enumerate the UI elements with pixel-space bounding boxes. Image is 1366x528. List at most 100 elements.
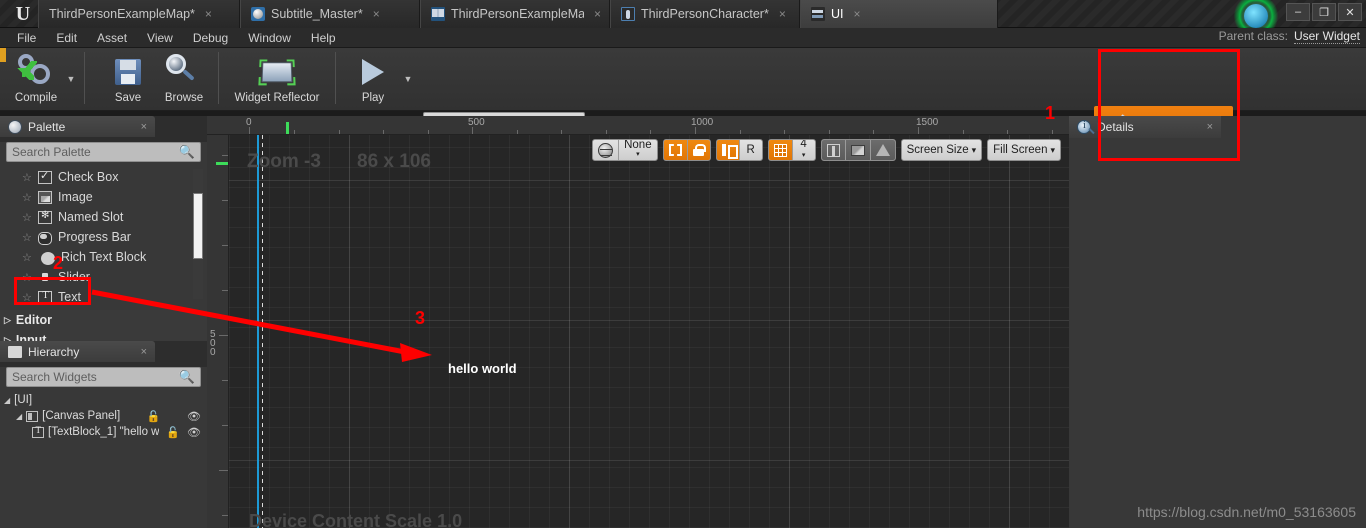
visible-eye-icon[interactable]: 👁 xyxy=(187,410,201,423)
screen-size-dropdown[interactable]: Screen Size ▾ xyxy=(902,140,982,160)
hierarchy-tab-header[interactable]: Hierarchy × xyxy=(0,341,155,362)
restore-button[interactable]: ❐ xyxy=(1312,3,1336,21)
palette-item-progress-bar[interactable]: ☆ Progress Bar xyxy=(0,227,207,247)
menu-bar: File Edit Asset View Debug Window Help xyxy=(0,28,1366,48)
ruler-label-1500: 1500 xyxy=(916,117,939,128)
fill-screen-dropdown[interactable]: Fill Screen ▾ xyxy=(988,140,1060,160)
image-preview-button[interactable] xyxy=(845,140,870,160)
chevron-down-icon: ▾ xyxy=(971,144,977,155)
hierarchy-body: Search Widgets 🔍 ◢ [UI] ◢ [Canvas Panel]… xyxy=(0,367,207,528)
localization-none-label: None xyxy=(624,139,652,151)
palette-tab-header[interactable]: Palette × xyxy=(0,116,155,137)
size-to-content-button[interactable] xyxy=(821,140,845,160)
favorite-star-icon[interactable]: ☆ xyxy=(22,251,32,264)
close-icon[interactable]: × xyxy=(141,121,147,133)
menu-help[interactable]: Help xyxy=(302,29,345,47)
horizontal-ruler[interactable]: 0 500 1000 1500 xyxy=(207,116,1069,135)
hierarchy-row-label: [Canvas Panel] xyxy=(42,410,121,422)
palette-item-label: Text xyxy=(58,290,81,304)
tab-ui-widget[interactable]: UI × xyxy=(800,0,998,28)
lock-widget-toggle[interactable] xyxy=(687,140,710,160)
localization-none-dropdown[interactable]: None ▾ xyxy=(619,139,657,160)
rtl-toggle[interactable]: R xyxy=(740,140,762,160)
search-icon: 🔍 xyxy=(178,144,195,159)
favorite-star-icon[interactable]: ☆ xyxy=(22,171,32,184)
hierarchy-row-canvas-panel[interactable]: ◢ [Canvas Panel] 🔓 👁 xyxy=(0,408,207,424)
tab-close-icon[interactable]: × xyxy=(779,7,786,21)
anchor-rtl-group: R xyxy=(715,139,763,161)
palette-item-image[interactable]: ☆ Image xyxy=(0,187,207,207)
image-icon xyxy=(38,190,52,204)
palette-item-named-slot[interactable]: ☆ Named Slot xyxy=(0,207,207,227)
favorite-star-icon[interactable]: ☆ xyxy=(22,291,32,304)
menu-file[interactable]: File xyxy=(8,29,45,47)
hierarchy-row-ui-root[interactable]: ◢ [UI] xyxy=(0,392,207,408)
close-icon[interactable]: × xyxy=(1207,121,1213,133)
play-button[interactable]: Play xyxy=(345,50,401,108)
annotation-marker-1: 1 xyxy=(1045,103,1056,123)
tab-third-person-character[interactable]: ThirdPersonCharacter* × xyxy=(610,0,800,28)
palette-item-check-box[interactable]: ☆ Check Box xyxy=(0,167,207,187)
expander-icon[interactable]: ◢ xyxy=(4,396,10,405)
chevron-down-icon: ▾ xyxy=(636,151,640,158)
close-icon[interactable]: × xyxy=(141,346,147,358)
palette-item-rich-text-block[interactable]: ☆ Rich Text Block xyxy=(0,247,207,267)
menu-asset[interactable]: Asset xyxy=(88,29,136,47)
menu-edit[interactable]: Edit xyxy=(47,29,86,47)
localization-preview-button[interactable] xyxy=(593,140,618,160)
visible-eye-icon[interactable]: 👁 xyxy=(187,426,201,439)
tab-third-person-example-map[interactable]: ThirdPersonExampleMap* × xyxy=(420,0,610,28)
tab-close-icon[interactable]: × xyxy=(373,7,380,21)
tab-third-person-example-map-level[interactable]: ThirdPersonExampleMap* × xyxy=(38,0,240,28)
favorite-star-icon[interactable]: ☆ xyxy=(22,231,32,244)
dashed-outline-toggle[interactable] xyxy=(663,140,687,160)
palette-category-editor[interactable]: ▷ Editor xyxy=(0,310,207,330)
widget-canvas[interactable]: Zoom -3 86 x 106 Device Content Scale 1.… xyxy=(229,135,1069,528)
palette-item-text[interactable]: ☆ Text xyxy=(0,287,207,307)
search-widgets-input[interactable]: Search Widgets 🔍 xyxy=(6,367,201,387)
chevron-down-icon: ▾ xyxy=(1050,144,1055,155)
close-button[interactable]: ✕ xyxy=(1338,3,1362,21)
palette-item-slider[interactable]: ☆ Slider xyxy=(0,267,207,287)
unreal-engine-logo-icon: U xyxy=(15,2,31,25)
compile-label: Compile xyxy=(14,92,58,104)
compile-dropdown-chevron-down-icon[interactable]: ▼ xyxy=(64,50,78,108)
widget-reflector-button[interactable]: Widget Reflector xyxy=(225,50,329,108)
save-button[interactable]: Save xyxy=(100,50,156,108)
hierarchy-row-textblock-1[interactable]: [TextBlock_1] "hello w 🔓 👁 xyxy=(0,424,207,440)
localization-group: None ▾ xyxy=(592,139,658,161)
tab-close-icon[interactable]: × xyxy=(205,7,212,21)
search-palette-input[interactable]: Search Palette 🔍 xyxy=(6,142,201,162)
palette-item-label: Image xyxy=(58,190,93,204)
tab-close-icon[interactable]: × xyxy=(854,7,861,21)
unlocked-icon[interactable]: 🔓 xyxy=(166,426,180,439)
outline-preview-button[interactable] xyxy=(870,140,895,160)
play-dropdown-chevron-down-icon[interactable]: ▼ xyxy=(401,50,415,108)
minimize-button[interactable]: – xyxy=(1286,3,1310,21)
compile-button[interactable]: Compile xyxy=(8,50,64,108)
palette-item-label: Rich Text Block xyxy=(61,250,147,264)
grid-size-dropdown[interactable]: 4 ▾ xyxy=(793,140,815,160)
anchor-toggle[interactable] xyxy=(716,140,739,160)
favorite-star-icon[interactable]: ☆ xyxy=(22,211,32,224)
vertical-ruler[interactable]: 500 xyxy=(207,135,229,528)
tab-close-icon[interactable]: × xyxy=(594,7,601,21)
floppy-disk-icon xyxy=(108,54,148,90)
palette-body: Search Palette 🔍 ☆ Check Box ☆ Image ☆ xyxy=(0,142,207,350)
grid-snap-toggle[interactable] xyxy=(768,140,792,160)
parent-class-value[interactable]: User Widget xyxy=(1293,29,1360,44)
menu-view[interactable]: View xyxy=(138,29,182,47)
menu-window[interactable]: Window xyxy=(239,29,300,47)
expander-icon[interactable]: ◢ xyxy=(16,412,22,421)
screen-size-group: Screen Size ▾ xyxy=(900,139,983,161)
details-tab-header[interactable]: Details × xyxy=(1069,116,1221,138)
palette-scrollbar-thumb[interactable] xyxy=(193,193,203,259)
favorite-star-icon[interactable]: ☆ xyxy=(22,271,32,284)
save-label: Save xyxy=(114,92,142,104)
unlocked-icon[interactable]: 🔓 xyxy=(147,410,161,423)
text-block-preview[interactable]: hello world xyxy=(448,361,517,376)
tab-subtitle-master[interactable]: Subtitle_Master* × xyxy=(240,0,420,28)
browse-button[interactable]: Browse xyxy=(156,50,212,108)
menu-debug[interactable]: Debug xyxy=(184,29,237,47)
favorite-star-icon[interactable]: ☆ xyxy=(22,191,32,204)
